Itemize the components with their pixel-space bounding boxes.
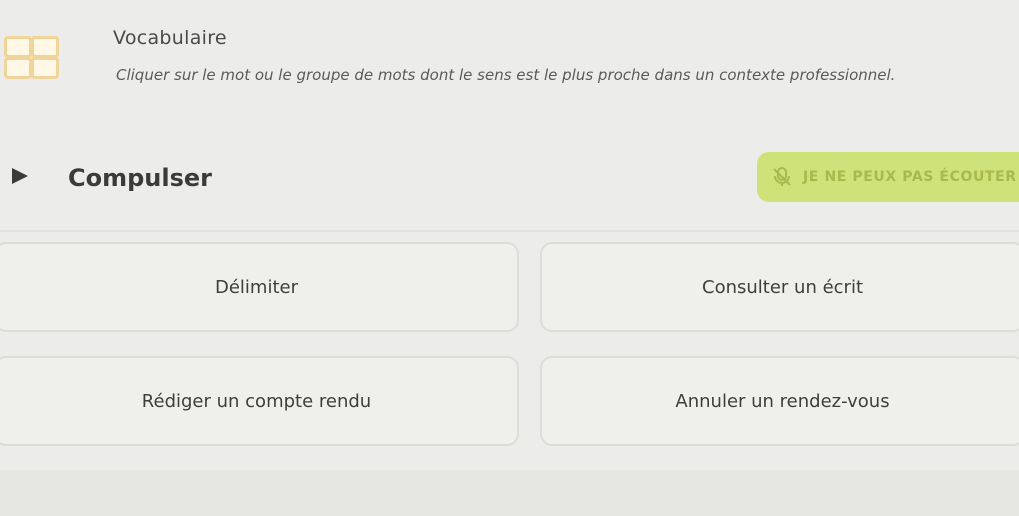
answer-option[interactable]: Annuler un rendez-vous — [540, 356, 1019, 446]
footer-area — [0, 470, 1019, 516]
grid-icon — [0, 34, 60, 79]
play-icon — [12, 168, 28, 184]
play-audio-button[interactable] — [8, 166, 32, 186]
instruction-text: Cliquer sur le mot ou le groupe de mots … — [116, 66, 896, 84]
muted-microphone-icon — [773, 167, 791, 186]
answer-option-label: Consulter un écrit — [702, 276, 863, 298]
cant-listen-button[interactable]: JE NE PEUX PAS ÉCOUTER — [757, 152, 1019, 202]
answer-option[interactable]: Délimiter — [0, 242, 519, 332]
answer-option[interactable]: Consulter un écrit — [540, 242, 1019, 332]
divider — [0, 230, 1019, 232]
page-title: Vocabulaire — [113, 27, 227, 49]
answer-option-label: Annuler un rendez-vous — [675, 390, 890, 412]
target-word: Compulser — [68, 164, 212, 192]
answer-option-label: Rédiger un compte rendu — [141, 390, 372, 412]
cant-listen-label: JE NE PEUX PAS ÉCOUTER — [803, 169, 1017, 185]
answer-option-label: Délimiter — [214, 276, 298, 298]
answer-option[interactable]: Rédiger un compte rendu — [0, 356, 519, 446]
